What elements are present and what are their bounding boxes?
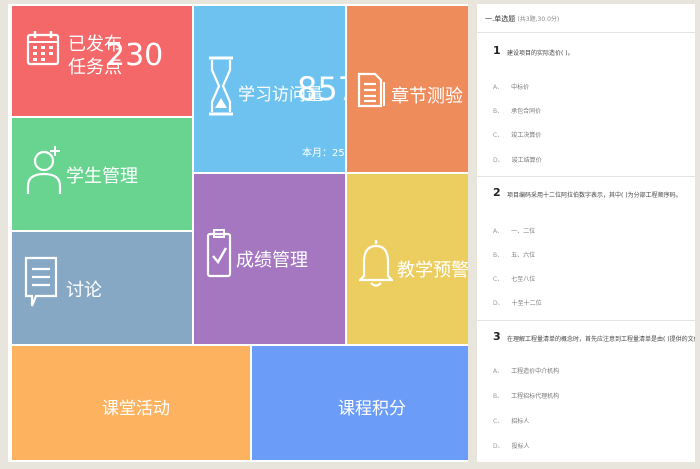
question-number: 1 <box>493 44 501 57</box>
option-b[interactable]: B、 承包合同价 <box>493 106 541 115</box>
clipboard-check-icon <box>206 229 232 278</box>
points-label: 课程积分 <box>338 399 406 419</box>
option-letter: B、 <box>493 393 504 400</box>
divider <box>477 320 695 321</box>
published-count: 230 <box>106 38 164 73</box>
document-list-icon <box>357 72 385 108</box>
question-text: 建设项目的实际造价( )。 <box>507 50 574 57</box>
option-c[interactable]: C、 竣工决算价 <box>493 130 541 139</box>
calendar-icon <box>26 31 60 66</box>
tile-course-points[interactable]: 课程积分 <box>252 346 468 460</box>
divider <box>477 32 695 33</box>
option-letter: A、 <box>493 368 504 375</box>
question-number: 3 <box>493 330 501 343</box>
tile-grade-management[interactable]: 成绩管理 <box>194 174 345 344</box>
quiz-panel: 一.单选题 (共3题,30.0分) 1 建设项目的实际造价( )。 A、 中标价 … <box>477 4 695 462</box>
grades-label: 成绩管理 <box>236 250 308 271</box>
bell-icon <box>359 240 393 287</box>
option-text: 工程招标代理机构 <box>511 393 560 400</box>
tile-teaching-warning[interactable]: 教学预警 <box>347 174 468 344</box>
tile-chapter-quiz[interactable]: 章节测验 <box>347 6 468 172</box>
activity-label: 课堂活动 <box>102 399 170 419</box>
warning-label: 教学预警 <box>397 260 468 281</box>
question-text: 在理解工程量清单的概念时，首先应注意到工程量清单是由( )提供的文件。 <box>507 336 695 343</box>
option-text: 七至八位 <box>511 276 536 283</box>
option-d[interactable]: D、 竣工结算价 <box>493 155 542 164</box>
option-letter: D、 <box>493 443 504 450</box>
chat-bubble-icon <box>24 256 58 307</box>
option-text: 一、二位 <box>511 228 536 235</box>
option-b[interactable]: B、 工程招标代理机构 <box>493 391 559 400</box>
tile-study-visits[interactable]: 学习访问量 857 本月：253 <box>194 6 345 172</box>
divider <box>477 176 695 177</box>
option-text: 竣工决算价 <box>511 132 542 139</box>
option-d[interactable]: D、 投标人 <box>493 441 530 450</box>
option-a[interactable]: A、 一、二位 <box>493 226 535 235</box>
option-letter: C、 <box>493 132 504 139</box>
option-letter: B、 <box>493 252 504 259</box>
section-heading: 一.单选题 (共3题,30.0分) <box>485 14 559 24</box>
question-number: 2 <box>493 186 501 199</box>
option-text: 工程造价中介机构 <box>511 368 560 375</box>
visits-monthly: 本月：253 <box>302 148 345 159</box>
option-letter: C、 <box>493 418 504 425</box>
question-text: 项目编码采用十二位阿拉伯数字表示，其中( )为分部工程顺序码。 <box>507 192 682 199</box>
add-user-icon <box>26 146 62 194</box>
option-text: 招标人 <box>511 418 530 425</box>
section-title: 一.单选题 <box>485 15 516 23</box>
tile-classroom-activity[interactable]: 课堂活动 <box>12 346 250 460</box>
option-letter: D、 <box>493 157 504 164</box>
tile-published-tasks[interactable]: 已发布 任务点 230 <box>12 6 192 116</box>
discussion-label: 讨论 <box>66 280 102 301</box>
option-c[interactable]: C、 七至八位 <box>493 274 535 283</box>
option-text: 十至十二位 <box>511 300 542 307</box>
quiz-label: 章节测验 <box>391 86 463 107</box>
option-letter: A、 <box>493 84 504 91</box>
option-letter: B、 <box>493 108 504 115</box>
tile-student-management[interactable]: 学生管理 <box>12 118 192 230</box>
option-a[interactable]: A、 中标价 <box>493 82 529 91</box>
section-subtitle: (共3题,30.0分) <box>517 16 560 23</box>
hourglass-icon <box>209 56 233 116</box>
option-a[interactable]: A、 工程造价中介机构 <box>493 366 559 375</box>
option-letter: D、 <box>493 300 504 307</box>
option-c[interactable]: C、 招标人 <box>493 416 529 425</box>
option-text: 五、六位 <box>511 252 536 259</box>
option-d[interactable]: D、 十至十二位 <box>493 298 542 307</box>
option-letter: A、 <box>493 228 504 235</box>
students-label: 学生管理 <box>66 166 138 187</box>
option-text: 中标价 <box>511 84 530 91</box>
dashboard-tiles: 已发布 任务点 230 学习访问量 857 本月：253 章节测验 <box>8 4 468 462</box>
visits-count: 857 <box>297 70 345 108</box>
option-text: 竣工结算价 <box>511 157 542 164</box>
option-letter: C、 <box>493 276 504 283</box>
option-text: 承包合同价 <box>511 108 542 115</box>
option-b[interactable]: B、 五、六位 <box>493 250 535 259</box>
tile-discussion[interactable]: 讨论 <box>12 232 192 344</box>
option-text: 投标人 <box>511 443 530 450</box>
